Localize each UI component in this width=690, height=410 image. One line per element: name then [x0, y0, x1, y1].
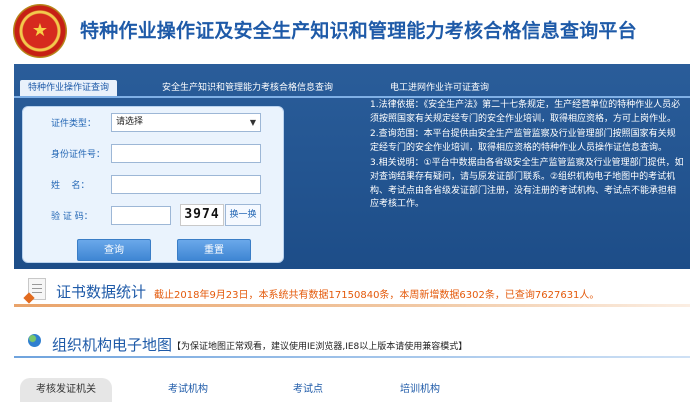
subtab-exam-site[interactable]: 考试点 [260, 378, 356, 402]
note-remarks: 3.相关说明：①平台中数据由各省级安全生产监管监察及行业管理部门提供，如对查询结… [370, 158, 684, 210]
cert-type-label: 证件类型： [51, 119, 97, 129]
query-tabs: 特种作业操作证查询 安全生产知识和管理能力考核合格信息查询 电工进网作业许可证查… [14, 80, 690, 96]
subtab-training-institution[interactable]: 培训机构 [372, 378, 468, 402]
map-section: 组织机构电子地图 【为保证地图正常观看，建议使用IE浏览器,IE8以上版本请使用… [14, 332, 690, 358]
id-number-input[interactable] [111, 144, 261, 163]
captcha-image[interactable]: 3974 [180, 204, 224, 226]
subtab-cert-authority[interactable]: 考核发证机关 [20, 378, 112, 402]
map-note: 【为保证地图正常观看，建议使用IE浏览器,IE8以上版本请使用兼容模式】 [172, 342, 468, 352]
map-title: 组织机构电子地图 [52, 336, 173, 354]
id-row: 身份证件号： [23, 144, 285, 164]
globe-icon [28, 334, 41, 347]
stats-title: 证书数据统计 [56, 283, 147, 301]
stats-section: 证书数据统计 截止2018年9月23日，本系统共有数据17150840条，本周新… [14, 278, 690, 304]
subtab-exam-institution[interactable]: 考试机构 [140, 378, 236, 402]
map-subtabs: 考核发证机关 考试机构 考试点 培训机构 [14, 378, 690, 402]
site-header: ★ 特种作业操作证及安全生产知识和管理能力考核合格信息查询平台 [0, 0, 690, 60]
document-icon [23, 278, 46, 304]
emblem-logo: ★ [13, 4, 67, 58]
captcha-label: 验 证 码： [51, 212, 93, 222]
cert-type-row: 证件类型： 请选择 ▼ [23, 113, 285, 133]
tab-safety-knowledge[interactable]: 安全生产知识和管理能力考核合格信息查询 [162, 80, 333, 96]
tab-special-operation[interactable]: 特种作业操作证查询 [20, 80, 118, 96]
star-icon: ★ [31, 20, 49, 41]
notes: 1.法律依据：《安全生产法》第二十七条规定，生产经营单位的特种作业人员必须按照国… [370, 99, 684, 214]
stats-text: 截止2018年9月23日，本系统共有数据17150840条，本周新增数据6302… [154, 290, 600, 301]
refresh-captcha-button[interactable]: 换一换 [225, 204, 261, 226]
name-label: 姓 名： [51, 181, 90, 191]
captcha-row: 验 证 码： 3974 换一换 [23, 204, 285, 226]
cert-type-select[interactable]: 请选择 ▼ [111, 113, 261, 132]
query-button[interactable]: 查询 [77, 239, 151, 261]
id-label: 身份证件号： [51, 150, 106, 160]
stats-divider [14, 304, 690, 307]
map-divider [14, 356, 690, 358]
name-row: 姓 名： [23, 175, 285, 195]
tab-electrician-permit[interactable]: 电工进网作业许可证查询 [390, 80, 489, 96]
reset-button[interactable]: 重置 [177, 239, 251, 261]
tab-underline [14, 96, 690, 98]
cert-type-value: 请选择 [116, 117, 144, 127]
note-query-scope: 2.查询范围：本平台提供由安全生产监管监察及行业管理部门按照国家有关规定经专门的… [370, 129, 676, 153]
note-legal-basis: 1.法律依据：《安全生产法》第二十七条规定，生产经营单位的特种作业人员必须按照国… [370, 100, 681, 124]
captcha-input[interactable] [111, 206, 171, 225]
name-input[interactable] [111, 175, 261, 194]
query-form: 证件类型： 请选择 ▼ 身份证件号： 姓 名： 验 证 码： 3974 换一换 … [22, 106, 284, 263]
chevron-down-icon: ▼ [249, 118, 256, 127]
site-title: 特种作业操作证及安全生产知识和管理能力考核合格信息查询平台 [80, 20, 637, 42]
